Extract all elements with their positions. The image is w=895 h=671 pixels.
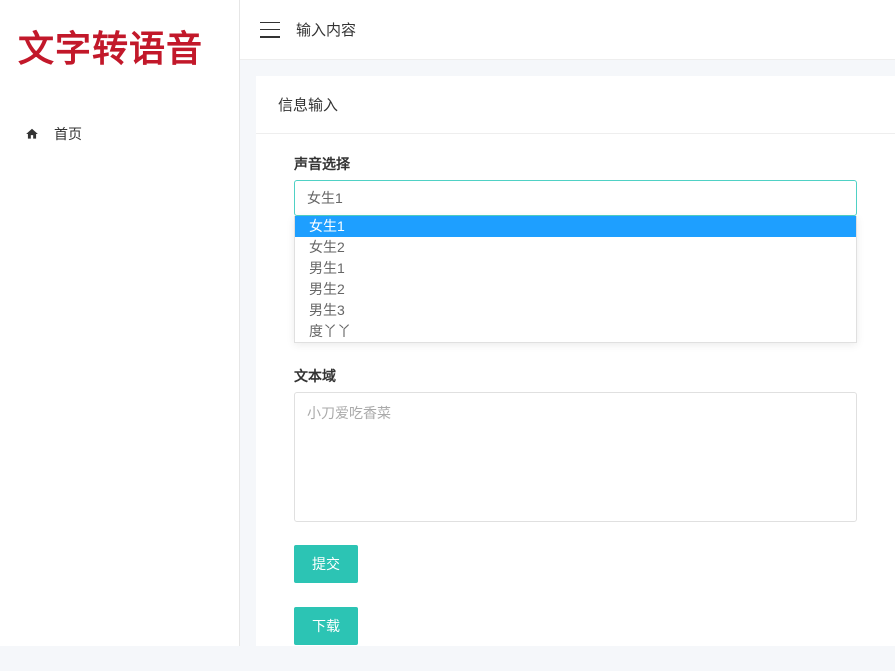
voice-option-3[interactable]: 男生1 [295, 258, 856, 279]
voice-select-input[interactable] [294, 180, 857, 216]
content-textarea[interactable] [294, 392, 857, 522]
sidebar-item-home[interactable]: 首页 [0, 112, 239, 156]
textarea-label: 文本域 [294, 366, 857, 386]
content-card: 信息输入 声音选择 女生1 女生2 男生1 男生2 男生3 度丫丫 文本域 提交… [256, 76, 895, 646]
submit-button[interactable]: 提交 [294, 545, 358, 583]
voice-select-wrap: 女生1 女生2 男生1 男生2 男生3 度丫丫 [294, 180, 857, 216]
app-logo: 文字转语音 [0, 0, 239, 92]
voice-dropdown: 女生1 女生2 男生1 男生2 男生3 度丫丫 [294, 216, 857, 343]
card-header: 信息输入 [256, 76, 895, 134]
sidebar-item-label: 首页 [54, 124, 82, 144]
download-button[interactable]: 下载 [294, 607, 358, 645]
topbar: 输入内容 [240, 0, 895, 60]
voice-option-4[interactable]: 男生2 [295, 279, 856, 300]
voice-option-1[interactable]: 女生1 [295, 216, 856, 237]
page-title: 输入内容 [296, 19, 356, 40]
voice-select-label: 声音选择 [294, 154, 857, 174]
sidebar: 文字转语音 首页 [0, 0, 240, 646]
form-body: 声音选择 女生1 女生2 男生1 男生2 男生3 度丫丫 文本域 提交 下载 [256, 134, 895, 671]
home-icon [24, 126, 40, 142]
textarea-group: 文本域 [294, 366, 857, 527]
voice-option-6[interactable]: 度丫丫 [295, 321, 856, 342]
voice-option-2[interactable]: 女生2 [295, 237, 856, 258]
voice-select-group: 声音选择 女生1 女生2 男生1 男生2 男生3 度丫丫 [294, 154, 857, 216]
menu-toggle-icon[interactable] [260, 22, 280, 38]
voice-option-5[interactable]: 男生3 [295, 300, 856, 321]
